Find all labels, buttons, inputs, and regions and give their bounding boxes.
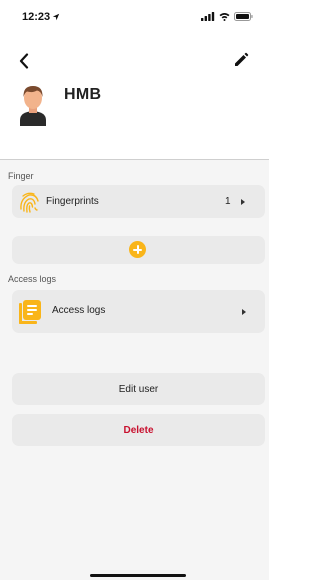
- fingerprints-row[interactable]: Fingerprints 1: [12, 185, 265, 218]
- fingerprints-label: Fingerprints: [46, 196, 99, 207]
- home-indicator: [90, 574, 186, 577]
- status-time: 12:23: [22, 11, 51, 23]
- wifi-icon: [219, 13, 230, 21]
- delete-button[interactable]: Delete: [12, 414, 265, 446]
- edit-button[interactable]: [233, 52, 249, 68]
- fingerprint-icon: [20, 192, 39, 213]
- location-arrow-icon: [52, 13, 60, 21]
- fingerprints-count: 1: [225, 196, 231, 207]
- status-icons: [201, 12, 253, 21]
- status-bar: 12:23: [0, 0, 269, 36]
- add-fingerprint-row[interactable]: [12, 236, 265, 264]
- battery-icon: [234, 12, 253, 21]
- pencil-icon: [235, 52, 249, 66]
- chevron-right-icon: [242, 309, 246, 315]
- user-avatar-icon: [20, 86, 46, 126]
- access-logs-label: Access logs: [52, 305, 106, 316]
- plus-circle-icon: [129, 241, 146, 258]
- access-logs-row[interactable]: Access logs: [12, 290, 265, 333]
- user-name: HMB: [64, 86, 102, 103]
- fingerprint-icon-wrap: [18, 191, 40, 218]
- section-label-finger: Finger: [8, 171, 34, 181]
- chevron-right-icon: [241, 199, 245, 205]
- section-label-access-logs: Access logs: [8, 274, 57, 284]
- access-logs-icon-wrap: [19, 300, 41, 329]
- avatar: [18, 84, 48, 126]
- content-area: Finger Fingerprints 1 Access logs Access…: [0, 160, 269, 580]
- back-button[interactable]: [16, 51, 32, 71]
- signal-icon: [201, 12, 215, 21]
- edit-user-button[interactable]: Edit user: [12, 373, 265, 405]
- list-document-icon: [19, 300, 41, 324]
- chevron-left-icon: [19, 53, 29, 69]
- status-time-group: 12:23: [22, 11, 60, 23]
